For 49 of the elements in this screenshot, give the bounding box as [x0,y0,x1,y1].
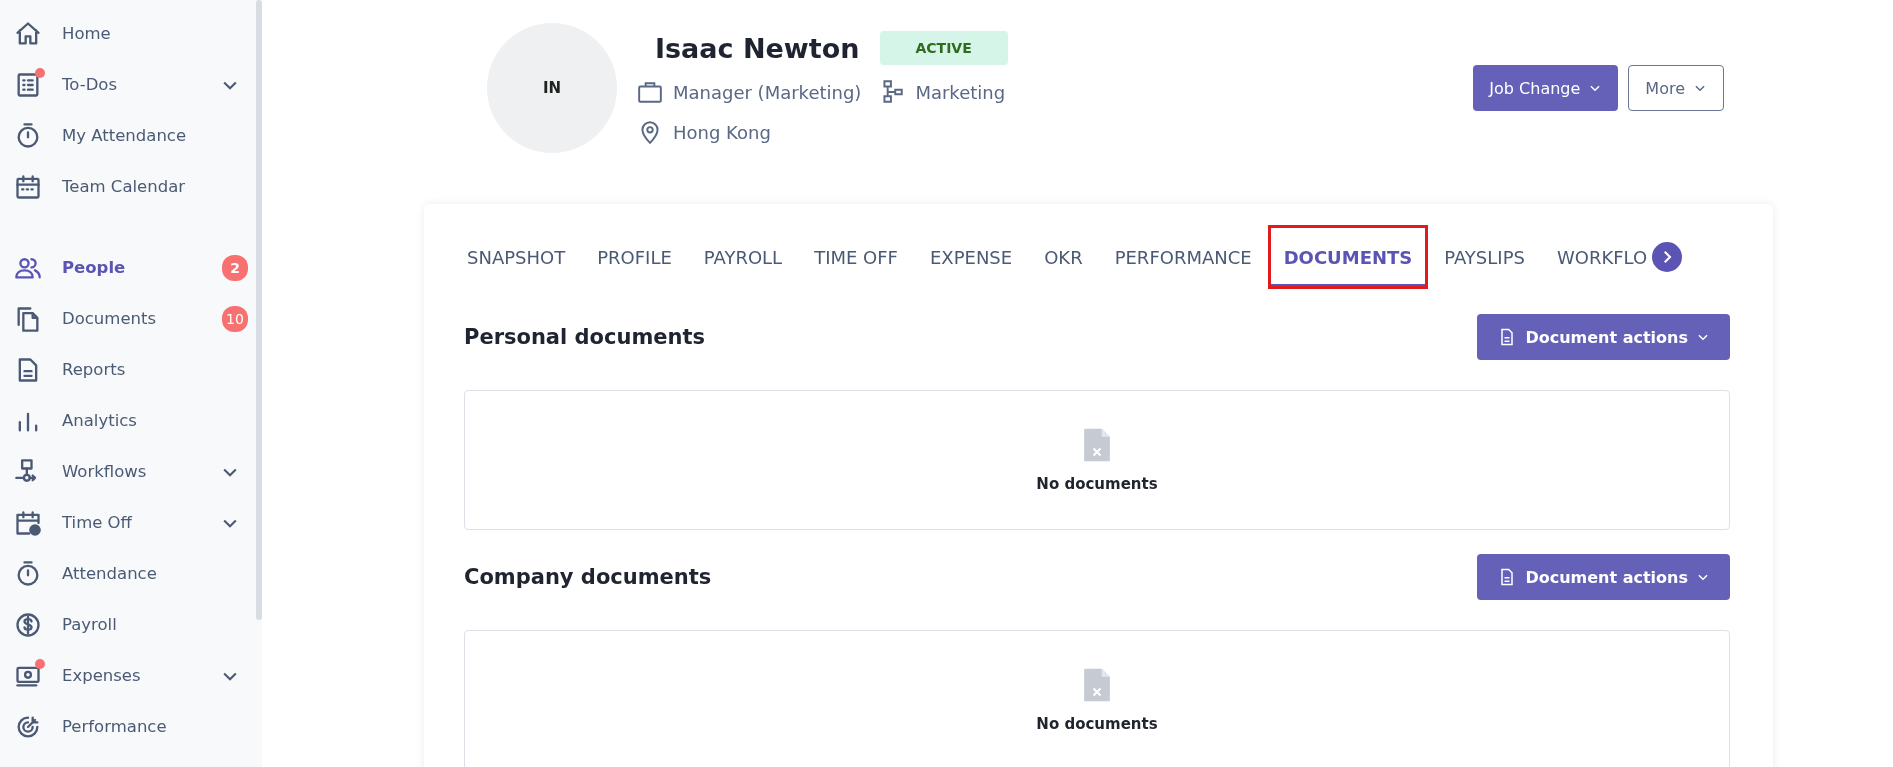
sidebar-item[interactable]: People 2 [0,242,252,293]
status-badge: ACTIVE [879,31,1008,65]
count-badge: 2 [222,254,248,281]
file-x-icon [1083,667,1111,703]
scroll-right-button[interactable] [1652,242,1683,272]
sidebar-item[interactable]: Team Calendar [0,161,252,212]
count-badge: 10 [222,305,248,332]
location: Hong Kong [673,121,771,143]
calendar-icon [14,172,42,201]
tab[interactable]: WORKFLO [1540,225,1653,289]
tab[interactable]: EXPENSE [913,225,1029,289]
calendar-clock-icon [14,508,42,537]
document-actions-button[interactable]: Document actions [1477,554,1730,600]
job-title: Manager (Marketing) [673,81,862,103]
document-actions-button[interactable]: Document actions [1477,314,1730,360]
tab[interactable]: PAYSLIPS [1428,225,1541,289]
tab[interactable]: PAYROLL [687,225,799,289]
tab[interactable]: SNAPSHOT [464,225,582,289]
sidebar-item[interactable]: Time Off [0,497,252,548]
sidebar-item[interactable]: Documents 10 [0,293,252,344]
dropdown-button[interactable]: Job Change [1473,65,1619,111]
tab[interactable]: DOCUMENTS [1267,225,1429,289]
sidebar-item[interactable]: Performance [0,701,252,752]
sidebar-item[interactable]: To-Dos [0,59,252,110]
section-title: Company documents [464,565,712,589]
section-title: Personal documents [464,325,706,349]
dollar-icon [14,610,42,639]
sidebar-item[interactable]: My Attendance [0,110,252,161]
avatar: IN [487,23,617,153]
sidebar-item[interactable]: Analytics [0,395,252,446]
sidebar-item[interactable]: Payroll [0,599,252,650]
empty-message: No documents [1036,475,1158,493]
briefcase-icon [637,79,663,105]
scrollbar[interactable] [256,0,262,620]
sidebar-item[interactable]: Home [0,8,252,59]
sidebar-item[interactable]: Workflows [0,446,252,497]
empty-message: No documents [1036,715,1158,733]
sidebar-item[interactable]: Attendance [0,548,252,599]
tab[interactable]: PERFORMANCE [1098,225,1268,289]
tab[interactable]: PROFILE [581,225,688,289]
department: Marketing [915,81,1006,103]
file-x-icon [1083,427,1111,463]
employee-name: Isaac Newton [655,32,860,64]
tab[interactable]: TIME OFF [798,225,914,289]
dropdown-button[interactable]: More [1628,65,1724,111]
tab[interactable]: OKR [1028,225,1099,289]
home-icon [14,19,42,48]
sidebar-item[interactable]: Expenses [0,650,252,701]
sidebar-item[interactable]: Reports [0,344,252,395]
